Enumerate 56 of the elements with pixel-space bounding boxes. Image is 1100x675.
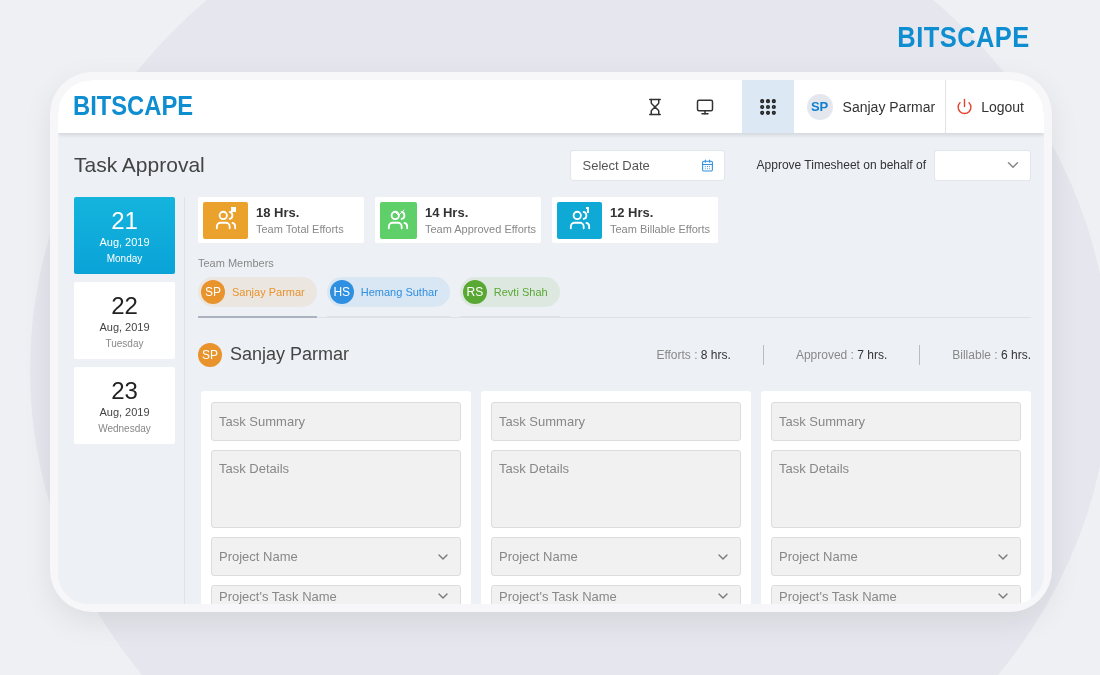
- weekday: Wednesday: [98, 423, 151, 434]
- select-field[interactable]: Project's Task Name: [211, 585, 461, 604]
- member-avatar: SP: [201, 280, 225, 304]
- calendar-icon: [700, 158, 714, 172]
- monitor-icon: [695, 97, 714, 116]
- date-card[interactable]: 21 Aug, 2019 Monday: [74, 197, 175, 274]
- task-details-field[interactable]: Task Details: [491, 450, 741, 528]
- day-number: 23: [111, 377, 138, 405]
- member-chip[interactable]: RS Revti Shah: [459, 277, 560, 307]
- team-members-label: Team Members: [198, 257, 275, 269]
- select-field[interactable]: Project's Task Name: [771, 585, 1021, 604]
- stat-label: Team Total Efforts: [256, 223, 344, 235]
- task-details-field[interactable]: Task Details: [771, 450, 1021, 528]
- month-year: Aug, 2019: [99, 236, 150, 248]
- date-card[interactable]: 23 Aug, 2019 Wednesday: [74, 367, 175, 444]
- date-input[interactable]: Select Date: [580, 156, 701, 174]
- app-logo: BITSCAPE: [73, 91, 195, 122]
- stat-value: 14 Hrs.: [424, 205, 470, 220]
- member-chip[interactable]: SP Sanjay Parmar: [198, 277, 317, 307]
- behalf-label: Approve Timesheet on behalf of: [756, 158, 926, 172]
- member-avatar: RS: [462, 280, 487, 304]
- brand-logo: BITSCAPE: [897, 20, 1030, 54]
- member-stat: Approved : 7 hrs.: [794, 347, 888, 362]
- select-field[interactable]: Project's Task Name: [491, 585, 741, 604]
- weekday: Tuesday: [105, 338, 144, 349]
- day-number: 21: [111, 207, 138, 235]
- task-details-field[interactable]: Task Details: [211, 450, 461, 528]
- user-name: Sanjay Parmar: [842, 98, 936, 115]
- page-title: Task Approval: [74, 153, 206, 177]
- task-summary-field[interactable]: Task Summary: [491, 402, 741, 441]
- select-field[interactable]: Project Name: [211, 537, 461, 576]
- member-avatar: HS: [329, 280, 354, 304]
- apps-grid-icon: [757, 96, 778, 117]
- day-number: 22: [111, 292, 138, 320]
- select-field[interactable]: Project Name: [491, 537, 741, 576]
- task-summary-field[interactable]: Task Summary: [211, 402, 461, 441]
- user-avatar: SP: [806, 93, 833, 120]
- stat-value: 12 Hrs.: [610, 205, 655, 220]
- month-year: Aug, 2019: [99, 406, 150, 418]
- toolbar-button[interactable]: [741, 80, 794, 133]
- logout-button[interactable]: Logout: [946, 98, 1044, 115]
- member-stat: Efforts : 8 hrs.: [655, 347, 731, 362]
- power-icon: [956, 98, 974, 115]
- member-chip[interactable]: HS Hemang Suthar: [326, 277, 450, 307]
- task-summary-field[interactable]: Task Summary: [771, 402, 1021, 441]
- member-avatar: SP: [198, 342, 222, 367]
- weekday: Monday: [106, 253, 143, 264]
- stat-label: Team Approved Efforts: [424, 223, 536, 235]
- month-year: Aug, 2019: [99, 321, 150, 333]
- date-field[interactable]: Select Date: [569, 149, 725, 181]
- stat-label: Team Billable Efforts: [610, 223, 711, 235]
- date-card[interactable]: 22 Aug, 2019 Tuesday: [74, 282, 175, 359]
- select-field[interactable]: Project Name: [771, 537, 1021, 576]
- member-stat: Billable : 6 hrs.: [951, 347, 1031, 362]
- stat-value: 18 Hrs.: [256, 205, 301, 220]
- member-name: Sanjay Parmar: [230, 344, 351, 365]
